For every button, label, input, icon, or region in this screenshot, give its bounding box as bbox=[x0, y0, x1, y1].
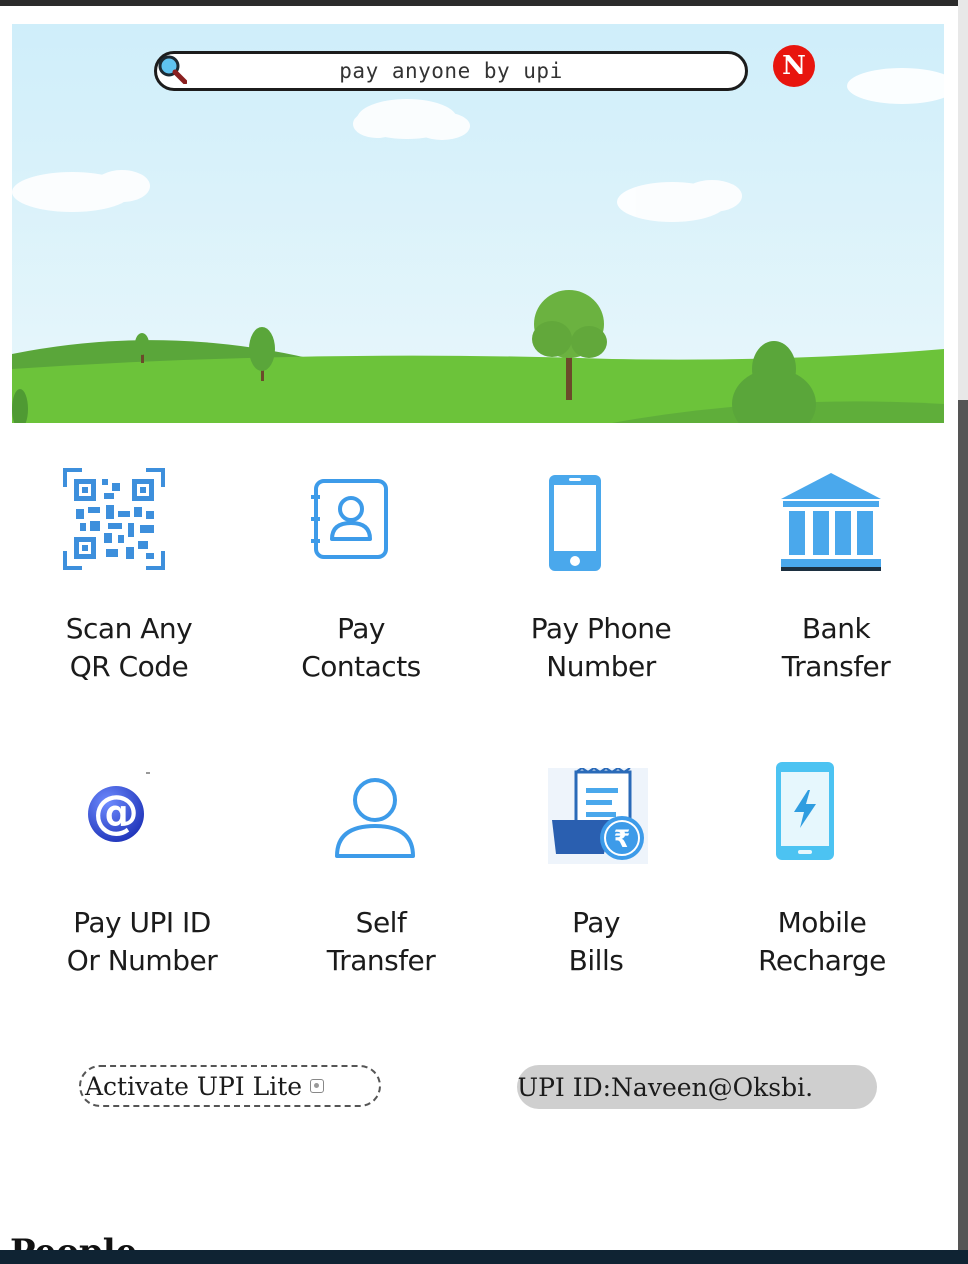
svg-text:₹: ₹ bbox=[614, 825, 631, 853]
mobile-recharge-button[interactable]: Mobile Recharge bbox=[722, 756, 922, 986]
scan-qr-label-line2: QR Code bbox=[69, 650, 189, 683]
app-window: pay anyone by upi N Scan Any QR Code Pay… bbox=[0, 6, 958, 1250]
pay-bills-label-line1: Pay bbox=[572, 906, 620, 939]
qr-code-icon bbox=[63, 468, 165, 570]
self-transfer-label-line1: Self bbox=[355, 906, 407, 939]
bank-icon bbox=[781, 473, 881, 571]
window-bottom-edge bbox=[0, 1250, 968, 1264]
self-transfer-button[interactable]: Self Transfer bbox=[281, 756, 481, 986]
pay-phone-button[interactable]: Pay Phone Number bbox=[501, 461, 701, 691]
phone-icon bbox=[549, 475, 601, 571]
pay-contacts-button[interactable]: Pay Contacts bbox=[261, 461, 461, 691]
bank-transfer-button[interactable]: Bank Transfer bbox=[736, 461, 936, 691]
profile-initial: N bbox=[782, 51, 806, 81]
pay-upi-id-button[interactable]: @ Pay UPI ID Or Number bbox=[42, 756, 242, 986]
pay-contacts-label-line1: Pay bbox=[337, 612, 385, 645]
search-icon bbox=[158, 55, 187, 84]
search-bar[interactable]: pay anyone by upi bbox=[154, 51, 748, 91]
scrollbar-track[interactable] bbox=[958, 0, 968, 1264]
self-transfer-label-line2: Transfer bbox=[326, 944, 436, 977]
scan-qr-label-line1: Scan Any bbox=[65, 612, 193, 645]
info-icon bbox=[310, 1079, 325, 1093]
upi-lite-label: Activate UPI Lite bbox=[85, 1071, 303, 1101]
pay-bills-button[interactable]: ₹ Pay Bills bbox=[496, 756, 696, 986]
at-sign-icon: @ bbox=[88, 772, 150, 842]
search-input[interactable]: pay anyone by upi bbox=[339, 59, 562, 83]
user-icon bbox=[335, 778, 415, 858]
bank-transfer-label-line1: Bank bbox=[801, 612, 871, 645]
scan-qr-button[interactable]: Scan Any QR Code bbox=[29, 461, 229, 691]
profile-avatar[interactable]: N bbox=[773, 45, 815, 87]
scrollbar-thumb[interactable] bbox=[958, 400, 968, 1264]
upi-id-chip[interactable]: UPI ID:Naveen@Oksbi. bbox=[517, 1065, 877, 1109]
people-section-title: People bbox=[10, 1232, 137, 1250]
activate-upi-lite-button[interactable]: Activate UPI Lite bbox=[79, 1065, 381, 1107]
mobile-recharge-label-line2: Recharge bbox=[758, 944, 886, 977]
upi-id-label: UPI ID:Naveen@Oksbi. bbox=[517, 1072, 814, 1102]
mobile-recharge-icon bbox=[776, 762, 834, 860]
svg-text:@: @ bbox=[93, 785, 139, 839]
mobile-recharge-label-line1: Mobile bbox=[777, 906, 867, 939]
pay-bills-label-line2: Bills bbox=[568, 944, 624, 977]
contacts-icon bbox=[311, 479, 388, 559]
pay-phone-label-line2: Number bbox=[546, 650, 656, 683]
pay-upi-id-label-line2: Or Number bbox=[66, 944, 218, 977]
bill-icon: ₹ bbox=[548, 768, 648, 864]
pay-contacts-label-line2: Contacts bbox=[301, 650, 421, 683]
pay-upi-id-label-line1: Pay UPI ID bbox=[73, 906, 211, 939]
bank-transfer-label-line2: Transfer bbox=[781, 650, 891, 683]
pay-phone-label-line1: Pay Phone bbox=[530, 612, 672, 645]
